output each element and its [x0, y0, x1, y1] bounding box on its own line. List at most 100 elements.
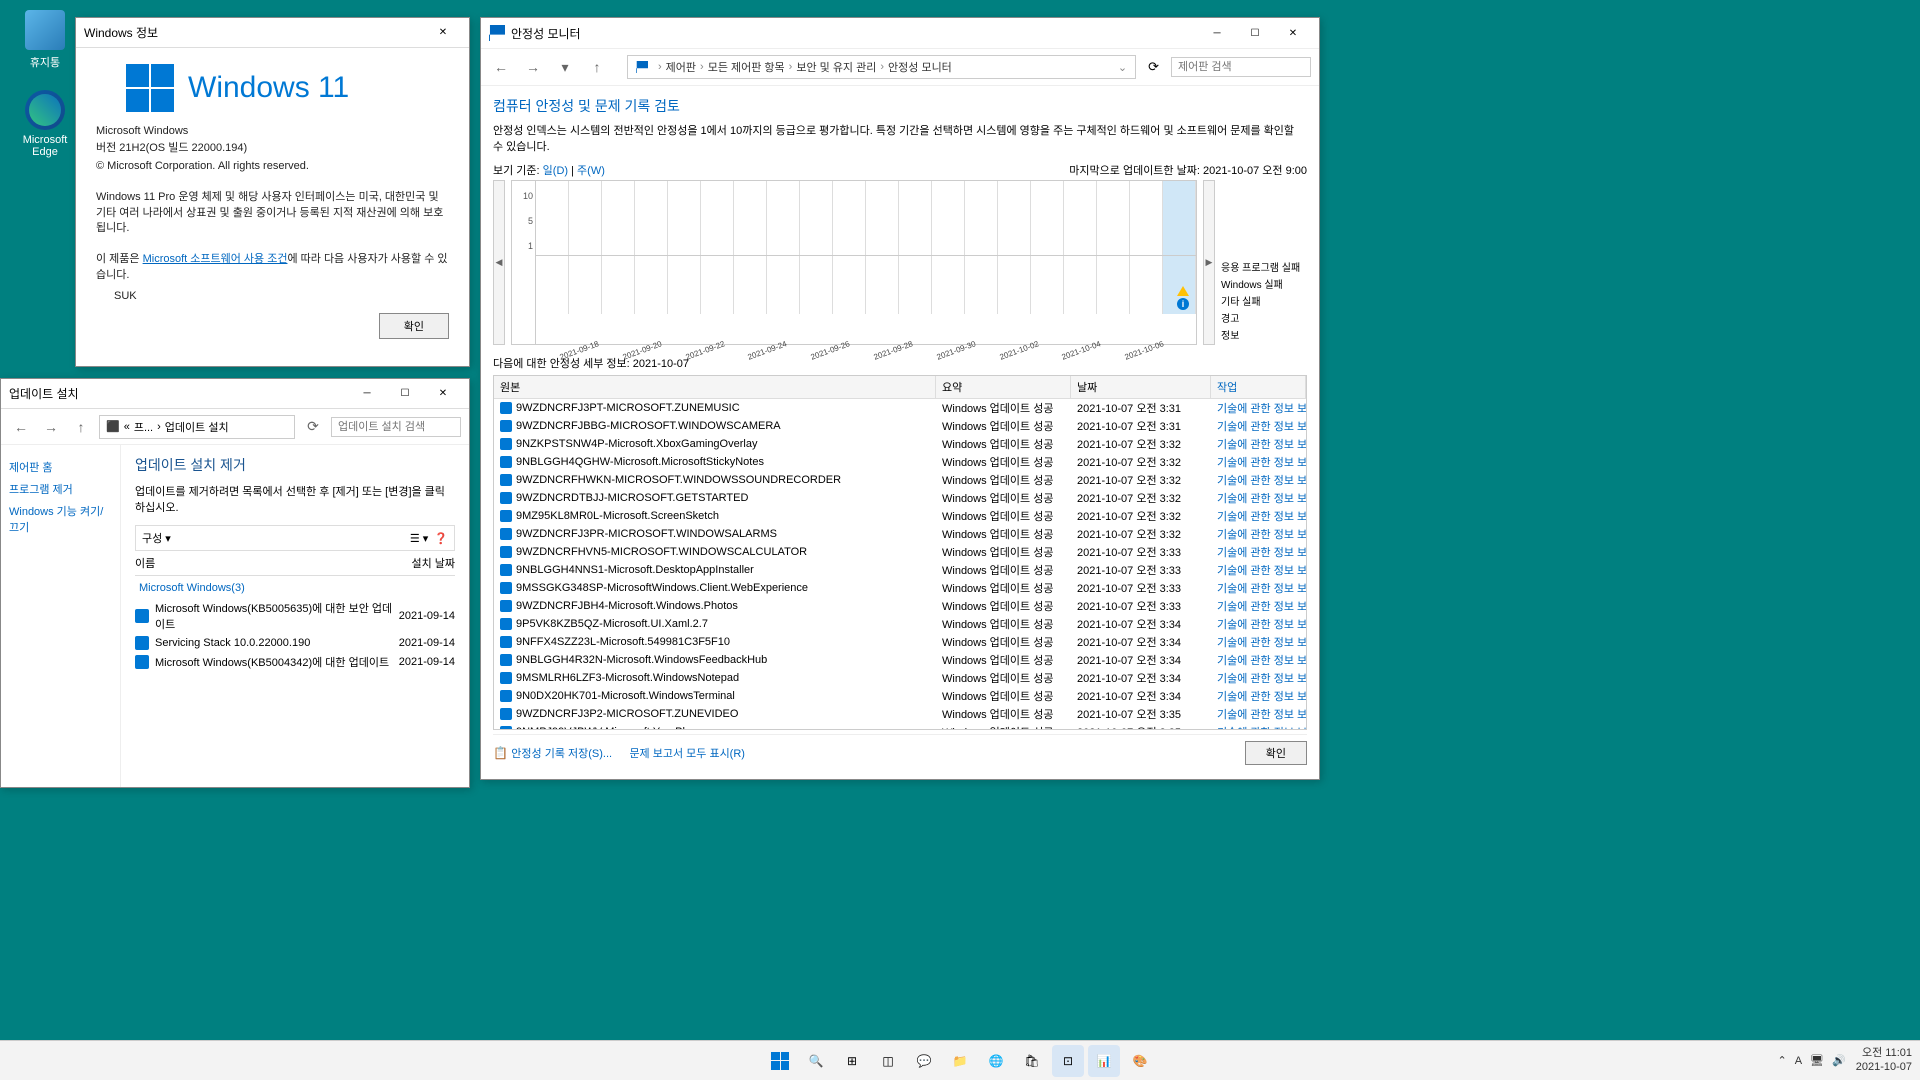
tech-info-link[interactable]: 기술에 관한 정보 보기: [1211, 507, 1306, 525]
clock[interactable]: 오전 11:01 2021-10-07: [1856, 1047, 1912, 1073]
control-panel-home-link[interactable]: 제어판 홈: [9, 459, 112, 475]
tray-chevron-icon[interactable]: ⌃: [1777, 1054, 1786, 1067]
tech-info-link[interactable]: 기술에 관한 정보 보기: [1211, 615, 1306, 633]
update-row[interactable]: Microsoft Windows(KB5004342)에 대한 업데이트202…: [135, 652, 455, 672]
col-action[interactable]: 작업: [1211, 376, 1306, 398]
back-button[interactable]: ←: [489, 55, 513, 79]
up-button[interactable]: ↑: [69, 415, 93, 439]
close-button[interactable]: ✕: [1275, 21, 1311, 45]
event-row[interactable]: 9MSSGKG348SP-MicrosoftWindows.Client.Web…: [494, 579, 1306, 597]
recycle-bin[interactable]: 휴지통: [10, 10, 80, 70]
tech-info-link[interactable]: 기술에 관한 정보 보기: [1211, 687, 1306, 705]
event-row[interactable]: 9WZDNCRDTBJJ-MICROSOFT.GETSTARTEDWindows…: [494, 489, 1306, 507]
explorer-button[interactable]: 📁: [944, 1045, 976, 1077]
paint-taskbar[interactable]: 🎨: [1124, 1045, 1156, 1077]
organize-menu[interactable]: 구성 ▾: [142, 530, 171, 546]
tech-info-link[interactable]: 기술에 관한 정보 보기: [1211, 723, 1306, 730]
tech-info-link[interactable]: 기술에 관한 정보 보기: [1211, 399, 1306, 417]
event-row[interactable]: 9MSMLRH6LZF3-Microsoft.WindowsNotepadWin…: [494, 669, 1306, 687]
tech-info-link[interactable]: 기술에 관한 정보 보기: [1211, 489, 1306, 507]
view-week-link[interactable]: 주(W): [577, 165, 605, 177]
recent-button[interactable]: ▾: [553, 55, 577, 79]
reliability-chart[interactable]: 10 5 1 i 2021-09-182021-09-202021-09-222…: [511, 180, 1197, 345]
search-input[interactable]: [331, 417, 461, 437]
event-row[interactable]: 9WZDNCRFJBBG-MICROSOFT.WINDOWSCAMERAWind…: [494, 417, 1306, 435]
widgets-button[interactable]: ◫: [872, 1045, 904, 1077]
help-icon[interactable]: ❓: [434, 532, 448, 545]
event-row[interactable]: 9MZ95KL8MR0L-Microsoft.ScreenSketchWindo…: [494, 507, 1306, 525]
breadcrumb[interactable]: ›제어판 ›모든 제어판 항목 ›보안 및 유지 관리 ›안정성 모니터 ⌄: [627, 55, 1136, 79]
uninstall-program-link[interactable]: 프로그램 제거: [9, 481, 112, 497]
ok-button[interactable]: 확인: [1245, 741, 1307, 765]
ime-icon[interactable]: A: [1795, 1055, 1802, 1067]
event-row[interactable]: 9WZDNCRFJBH4-Microsoft.Windows.PhotosWin…: [494, 597, 1306, 615]
edge-taskbar-button[interactable]: 🌐: [980, 1045, 1012, 1077]
tech-info-link[interactable]: 기술에 관한 정보 보기: [1211, 543, 1306, 561]
chart-prev-button[interactable]: ◀: [493, 180, 505, 345]
updates-titlebar[interactable]: 업데이트 설치 ─ ☐ ✕: [1, 379, 469, 409]
winver-titlebar[interactable]: Windows 정보 ✕: [76, 18, 469, 48]
reliability-taskbar[interactable]: 📊: [1088, 1045, 1120, 1077]
tech-info-link[interactable]: 기술에 관한 정보 보기: [1211, 561, 1306, 579]
update-row[interactable]: Microsoft Windows(KB5005635)에 대한 보안 업데이트…: [135, 598, 455, 634]
network-icon[interactable]: 🖥: [1810, 1054, 1824, 1067]
event-row[interactable]: 9NBLGGH4NNS1-Microsoft.DesktopAppInstall…: [494, 561, 1306, 579]
col-source[interactable]: 원본: [494, 376, 936, 398]
show-all-reports-link[interactable]: 문제 보고서 모두 표시(R): [629, 748, 745, 760]
refresh-button[interactable]: ⟳: [301, 415, 325, 439]
event-row[interactable]: 9NFFX4SZZ23L-Microsoft.549981C3F5F10Wind…: [494, 633, 1306, 651]
reliability-titlebar[interactable]: 안정성 모니터 ─ ☐ ✕: [481, 18, 1319, 48]
event-row[interactable]: 9NZKPSTSNW4P-Microsoft.XboxGamingOverlay…: [494, 435, 1306, 453]
start-button[interactable]: [764, 1045, 796, 1077]
minimize-button[interactable]: ─: [349, 382, 385, 406]
edge-shortcut[interactable]: Microsoft Edge: [10, 90, 80, 158]
tech-info-link[interactable]: 기술에 관한 정보 보기: [1211, 651, 1306, 669]
volume-icon[interactable]: 🔊: [1832, 1054, 1846, 1067]
event-row[interactable]: 9NMPJ99VJBWV-Microsoft.YourPhoneWindows …: [494, 723, 1306, 730]
event-row[interactable]: 9WZDNCRFJ3PT-MICROSOFT.ZUNEMUSICWindows …: [494, 399, 1306, 417]
eula-link[interactable]: Microsoft 소프트웨어 사용 조건: [143, 253, 288, 265]
col-date[interactable]: 설치 날짜: [411, 555, 455, 571]
close-button[interactable]: ✕: [425, 21, 461, 45]
event-row[interactable]: 9WZDNCRFJ3P2-MICROSOFT.ZUNEVIDEOWindows …: [494, 705, 1306, 723]
tech-info-link[interactable]: 기술에 관한 정보 보기: [1211, 669, 1306, 687]
event-row[interactable]: 9N0DX20HK701-Microsoft.WindowsTerminalWi…: [494, 687, 1306, 705]
ok-button[interactable]: 확인: [379, 313, 449, 339]
updates-group[interactable]: Microsoft Windows(3): [135, 576, 455, 598]
event-row[interactable]: 9P5VK8KZB5QZ-Microsoft.UI.Xaml.2.7Window…: [494, 615, 1306, 633]
view-menu-icon[interactable]: ☰ ▾: [410, 532, 428, 545]
tech-info-link[interactable]: 기술에 관한 정보 보기: [1211, 579, 1306, 597]
col-name[interactable]: 이름: [135, 555, 411, 571]
forward-button[interactable]: →: [521, 55, 545, 79]
tech-info-link[interactable]: 기술에 관한 정보 보기: [1211, 417, 1306, 435]
up-button[interactable]: ↑: [585, 55, 609, 79]
close-button[interactable]: ✕: [425, 382, 461, 406]
tech-info-link[interactable]: 기술에 관한 정보 보기: [1211, 453, 1306, 471]
task-view-button[interactable]: ⊞: [836, 1045, 868, 1077]
event-row[interactable]: 9WZDNCRFHWKN-MICROSOFT.WINDOWSSOUNDRECOR…: [494, 471, 1306, 489]
windows-features-link[interactable]: Windows 기능 켜기/끄기: [9, 503, 112, 535]
event-row[interactable]: 9NBLGGH4QGHW-Microsoft.MicrosoftStickyNo…: [494, 453, 1306, 471]
tech-info-link[interactable]: 기술에 관한 정보 보기: [1211, 471, 1306, 489]
control-panel-taskbar[interactable]: ⊡: [1052, 1045, 1084, 1077]
minimize-button[interactable]: ─: [1199, 21, 1235, 45]
forward-button[interactable]: →: [39, 415, 63, 439]
tech-info-link[interactable]: 기술에 관한 정보 보기: [1211, 597, 1306, 615]
search-input[interactable]: [1171, 57, 1311, 77]
search-button[interactable]: 🔍: [800, 1045, 832, 1077]
tech-info-link[interactable]: 기술에 관한 정보 보기: [1211, 633, 1306, 651]
event-row[interactable]: 9WZDNCRFHVN5-MICROSOFT.WINDOWSCALCULATOR…: [494, 543, 1306, 561]
store-button[interactable]: 🛍: [1016, 1045, 1048, 1077]
chat-button[interactable]: 💬: [908, 1045, 940, 1077]
maximize-button[interactable]: ☐: [387, 382, 423, 406]
event-row[interactable]: 9WZDNCRFJ3PR-MICROSOFT.WINDOWSALARMSWind…: [494, 525, 1306, 543]
back-button[interactable]: ←: [9, 415, 33, 439]
tech-info-link[interactable]: 기술에 관한 정보 보기: [1211, 435, 1306, 453]
save-history-link[interactable]: 안정성 기록 저장(S)...: [511, 748, 612, 760]
col-summary[interactable]: 요약: [936, 376, 1071, 398]
tech-info-link[interactable]: 기술에 관한 정보 보기: [1211, 525, 1306, 543]
col-date[interactable]: 날짜: [1071, 376, 1211, 398]
tech-info-link[interactable]: 기술에 관한 정보 보기: [1211, 705, 1306, 723]
update-row[interactable]: Servicing Stack 10.0.22000.1902021-09-14: [135, 634, 455, 652]
maximize-button[interactable]: ☐: [1237, 21, 1273, 45]
